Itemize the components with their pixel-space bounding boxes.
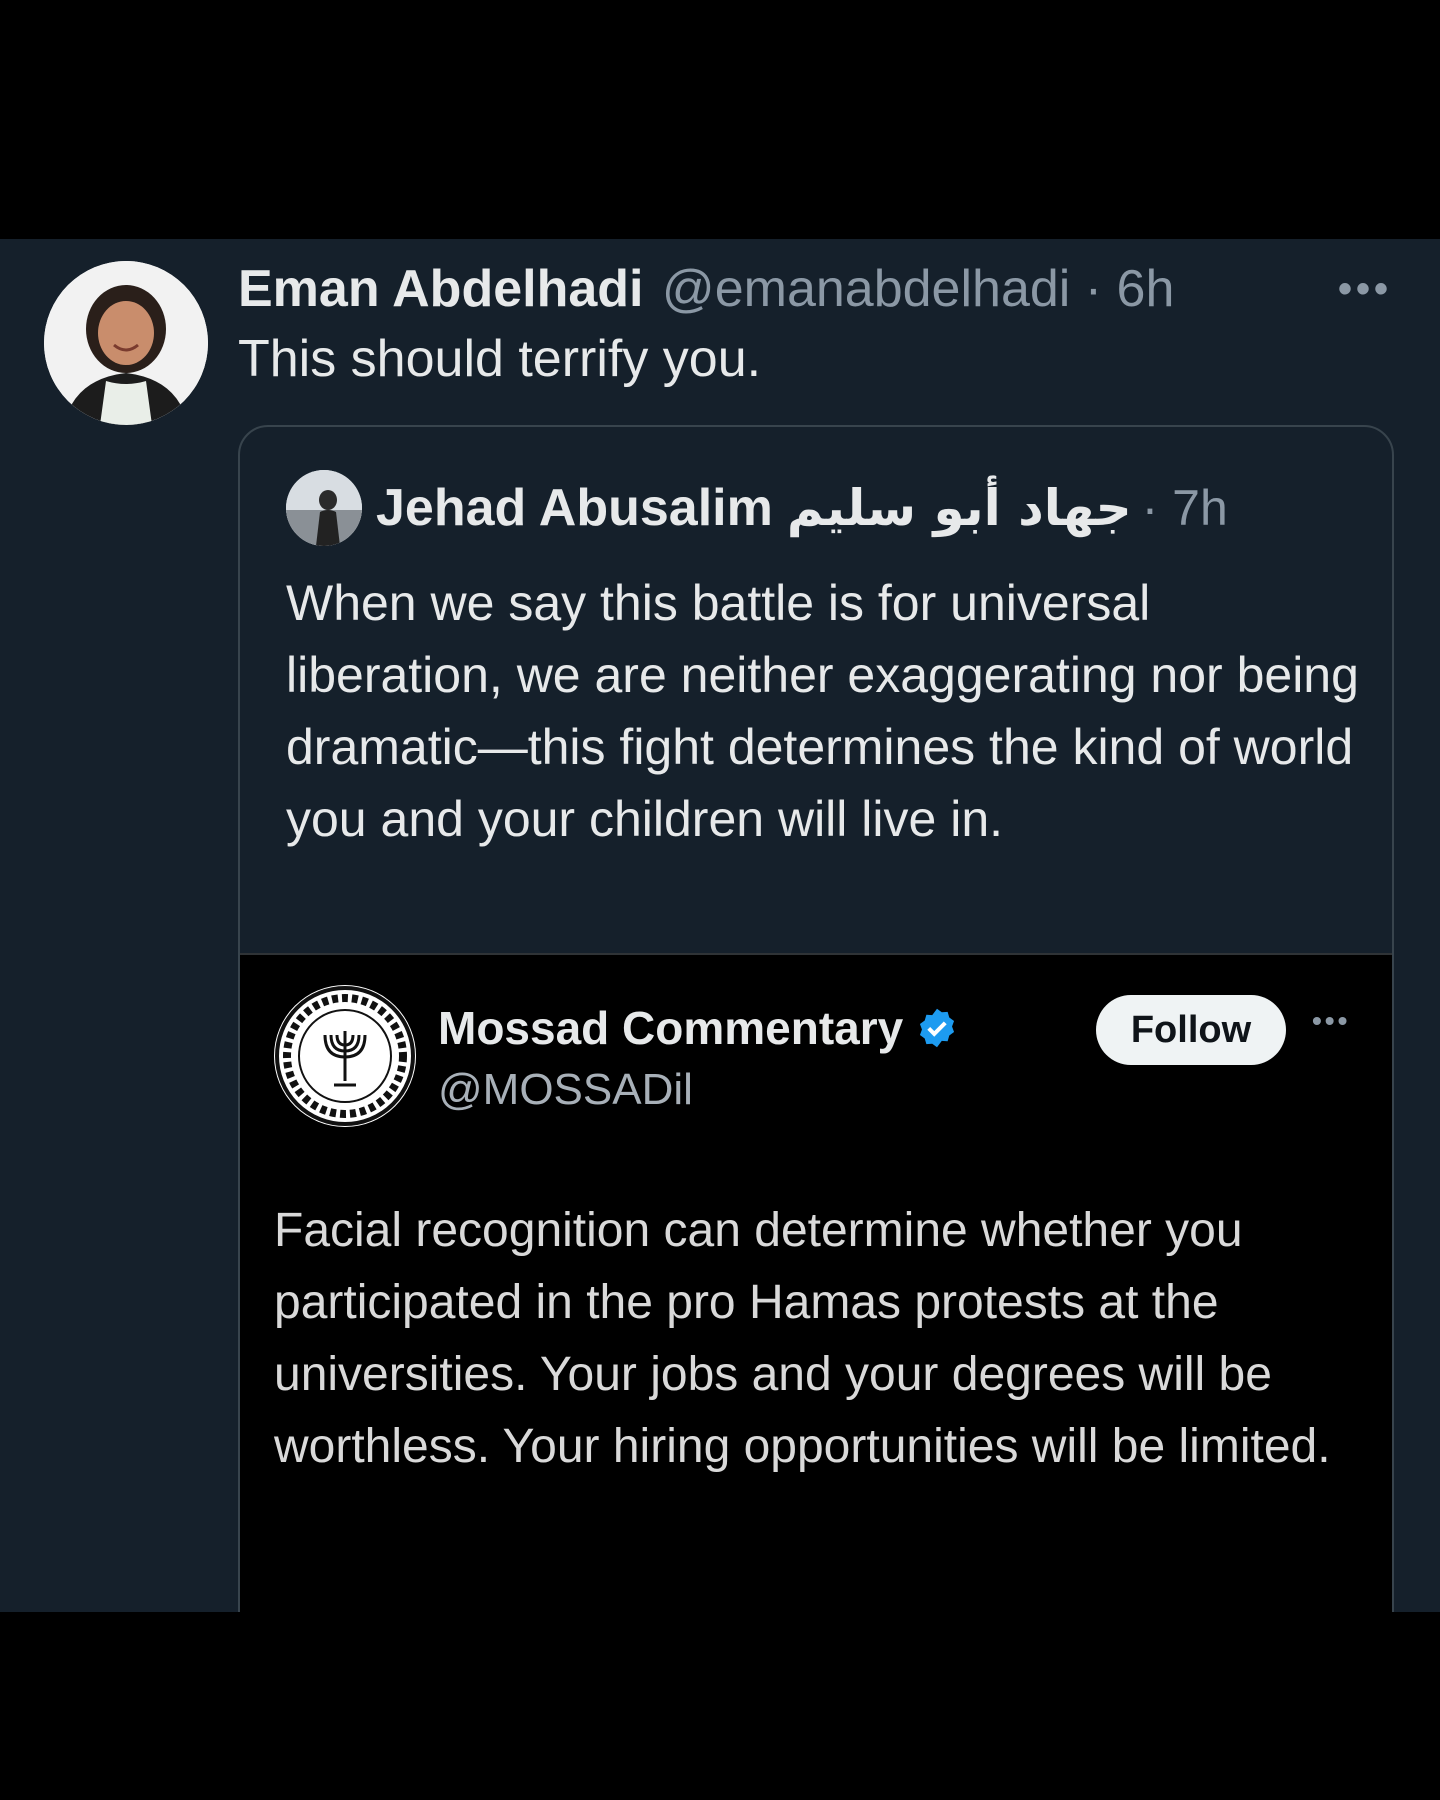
author-avatar[interactable]	[44, 261, 208, 425]
quoted-tweet[interactable]: Jehad Abusalim جهاد أبو سليم · 7h When w…	[238, 425, 1394, 1612]
tweet-text: This should terrify you.	[238, 330, 762, 388]
quoted-author-avatar[interactable]	[286, 470, 362, 546]
more-horizontal-icon: •••	[1312, 1005, 1351, 1036]
quoted-tweet-header: Jehad Abusalim جهاد أبو سليم · 7h	[286, 470, 1228, 546]
author-handle-time[interactable]: @emanabdelhadi · 6h	[662, 260, 1174, 318]
embedded-screenshot[interactable]: Mossad Commentary @MOSSADil Follow ••• F…	[240, 953, 1392, 1612]
more-horizontal-icon[interactable]: •••	[1338, 267, 1392, 312]
tweet-card[interactable]: Eman Abdelhadi @emanabdelhadi · 6h ••• T…	[0, 239, 1440, 1612]
embedded-display-name: Mossad Commentary	[438, 1002, 904, 1054]
embedded-tweet-text: Facial recognition can determine whether…	[274, 1204, 1331, 1473]
tweet-header: Eman Abdelhadi @emanabdelhadi · 6h	[238, 259, 1174, 319]
quoted-author-arabic-name[interactable]: جهاد أبو سليم	[787, 479, 1132, 537]
embedded-author-name: Mossad Commentary	[438, 1001, 959, 1055]
embedded-handle: @MOSSADil	[438, 1065, 693, 1114]
quoted-author-name[interactable]: Jehad Abusalim	[376, 478, 773, 538]
author-display-name[interactable]: Eman Abdelhadi	[238, 260, 643, 318]
quoted-tweet-time[interactable]: · 7h	[1142, 479, 1228, 537]
follow-button: Follow	[1096, 995, 1286, 1065]
verified-badge-icon	[920, 1008, 955, 1048]
mossad-seal-icon	[274, 985, 416, 1127]
quoted-tweet-text: When we say this battle is for universal…	[286, 575, 1359, 847]
